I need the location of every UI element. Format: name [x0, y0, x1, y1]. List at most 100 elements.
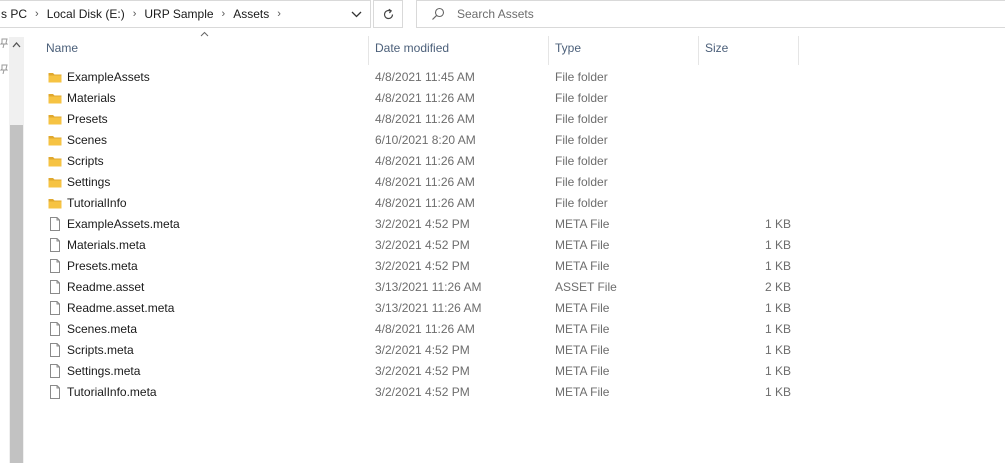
file-type: File folder [555, 112, 608, 126]
file-row[interactable]: Scripts.meta 3/2/2021 4:52 PM META File 1 K… [24, 340, 1005, 361]
breadcrumb-label: Assets [233, 7, 270, 21]
file-date-modified: 4/8/2021 11:26 AM [375, 154, 475, 168]
file-type: META File [555, 217, 610, 231]
column-header-size[interactable]: Size [705, 41, 728, 55]
breadcrumb-assets[interactable]: Assets [231, 7, 271, 21]
column-divider[interactable] [798, 36, 799, 65]
file-date-modified: 4/8/2021 11:26 AM [375, 322, 475, 336]
file-name: Scenes [67, 133, 108, 147]
chevron-right-icon[interactable]: › [216, 8, 232, 20]
breadcrumb-label: Local Disk (E:) [46, 7, 125, 21]
column-divider[interactable] [548, 36, 549, 65]
file-type: META File [555, 238, 610, 252]
file-row[interactable]: Materials.meta 3/2/2021 4:52 PM META File 1… [24, 235, 1005, 256]
file-type: META File [555, 385, 610, 399]
file-row[interactable]: ExampleAssets 4/8/2021 11:45 AM File folde… [24, 67, 1005, 88]
file-row[interactable]: Settings.meta 3/2/2021 4:52 PM META File 1 … [24, 361, 1005, 382]
navigation-pane [0, 29, 24, 463]
file-row[interactable]: Settings 4/8/2021 11:26 AM File folder [24, 172, 1005, 193]
file-date-modified: 3/2/2021 4:52 PM [375, 385, 470, 399]
file-row[interactable]: Readme.asset 3/13/2021 11:26 AM ASSET File… [24, 277, 1005, 298]
scroll-up-button[interactable] [9, 37, 24, 53]
file-row[interactable]: Presets.meta 3/2/2021 4:52 PM META File 1 K… [24, 256, 1005, 277]
column-header-date-modified[interactable]: Date modified [375, 41, 449, 55]
search-box[interactable]: Search Assets [416, 0, 1005, 28]
file-icon [50, 364, 60, 378]
folder-icon [48, 136, 62, 146]
refresh-button[interactable] [373, 0, 403, 28]
chevron-down-icon [351, 11, 361, 17]
folder-icon [48, 178, 62, 188]
file-name: Materials [67, 91, 116, 105]
file-row[interactable]: TutorialInfo 4/8/2021 11:26 AM File folder [24, 193, 1005, 214]
address-history-button[interactable] [346, 1, 366, 27]
file-row[interactable]: Scripts 4/8/2021 11:26 AM File folder [24, 151, 1005, 172]
file-size: 1 KB [764, 343, 791, 357]
file-name: ExampleAssets [67, 70, 150, 84]
file-name: Readme.asset [67, 280, 145, 294]
file-list: ExampleAssets 4/8/2021 11:45 AM File folde… [24, 67, 1005, 403]
file-type: ASSET File [555, 280, 617, 294]
breadcrumb-urp-sample[interactable]: URP Sample [142, 7, 215, 21]
column-header-name[interactable]: Name [46, 41, 78, 55]
chevron-up-icon [12, 42, 21, 48]
file-type: META File [555, 343, 610, 357]
column-divider[interactable] [698, 36, 699, 65]
breadcrumb-label: URP Sample [144, 7, 214, 21]
file-row[interactable]: Readme.asset.meta 3/13/2021 11:26 AM META … [24, 298, 1005, 319]
file-type: META File [555, 301, 610, 315]
file-row[interactable]: TutorialInfo.meta 3/2/2021 4:52 PM META Fi… [24, 382, 1005, 403]
file-row[interactable]: Presets 4/8/2021 11:26 AM File folder [24, 109, 1005, 130]
file-date-modified: 4/8/2021 11:26 AM [375, 196, 475, 210]
chevron-right-icon[interactable]: › [127, 8, 143, 20]
file-date-modified: 3/2/2021 4:52 PM [375, 259, 470, 273]
file-name: Materials.meta [67, 238, 146, 252]
file-name: TutorialInfo [67, 196, 127, 210]
chevron-right-icon[interactable]: › [29, 8, 45, 20]
file-size: 2 KB [764, 280, 791, 294]
pin-icon[interactable] [0, 38, 8, 48]
file-name: Scripts [67, 154, 104, 168]
file-type: META File [555, 364, 610, 378]
file-date-modified: 3/13/2021 11:26 AM [375, 301, 482, 315]
file-type: META File [555, 259, 610, 273]
file-name: Presets [67, 112, 108, 126]
file-type: META File [555, 322, 610, 336]
file-row[interactable]: Materials 4/8/2021 11:26 AM File folder [24, 88, 1005, 109]
folder-icon [48, 115, 62, 125]
column-header-type[interactable]: Type [555, 41, 581, 55]
folder-icon [48, 199, 62, 209]
breadcrumb-local-disk[interactable]: Local Disk (E:) [45, 7, 127, 21]
breadcrumb-this-pc[interactable]: s PC [0, 7, 29, 21]
file-icon [50, 385, 60, 399]
breadcrumb-label: s PC [1, 7, 28, 21]
file-icon [50, 280, 60, 294]
address-bar[interactable]: s PC › Local Disk (E:) › URP Sample › As… [0, 0, 371, 28]
scrollbar-thumb[interactable] [10, 125, 23, 463]
file-icon [50, 322, 60, 336]
file-name: Presets.meta [67, 259, 138, 273]
file-date-modified: 4/8/2021 11:45 AM [375, 70, 475, 84]
file-icon [50, 343, 60, 357]
file-size: 1 KB [764, 385, 791, 399]
file-name: ExampleAssets.meta [67, 217, 180, 231]
sort-ascending-icon [200, 31, 209, 37]
file-type: File folder [555, 196, 608, 210]
column-divider[interactable] [368, 36, 369, 65]
file-type: File folder [555, 91, 608, 105]
file-name: Settings.meta [67, 364, 141, 378]
file-name: Scenes.meta [67, 322, 138, 336]
search-input[interactable]: Search Assets [457, 7, 534, 21]
pin-icon[interactable] [0, 64, 8, 74]
file-size: 1 KB [764, 259, 791, 273]
file-date-modified: 4/8/2021 11:26 AM [375, 112, 475, 126]
folder-icon [48, 94, 62, 104]
file-name: TutorialInfo.meta [67, 385, 157, 399]
file-row[interactable]: Scenes 6/10/2021 8:20 AM File folder [24, 130, 1005, 151]
file-row[interactable]: Scenes.meta 4/8/2021 11:26 AM META File 1 K… [24, 319, 1005, 340]
chevron-right-icon[interactable]: › [271, 8, 287, 20]
file-size: 1 KB [764, 322, 791, 336]
file-row[interactable]: ExampleAssets.meta 3/2/2021 4:52 PM META F… [24, 214, 1005, 235]
file-type: File folder [555, 133, 608, 147]
file-size: 1 KB [764, 217, 791, 231]
